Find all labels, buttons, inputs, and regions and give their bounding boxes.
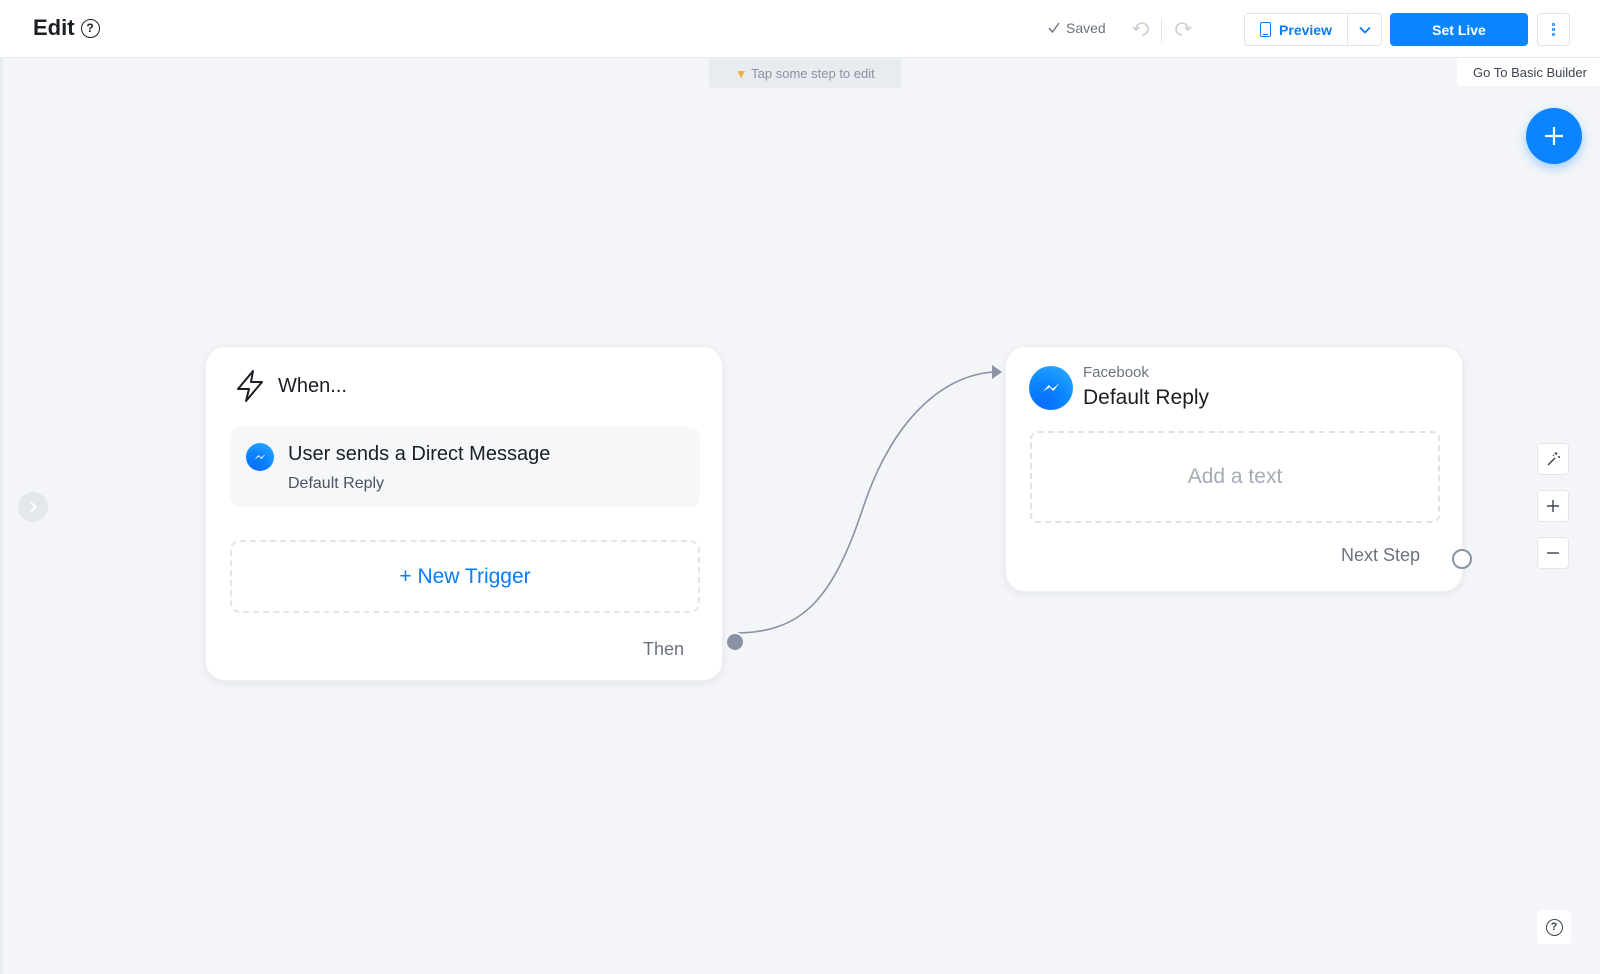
canvas-help-button[interactable]: ? — [1537, 910, 1571, 944]
reply-card-title: Default Reply — [1083, 386, 1210, 409]
more-options-button[interactable] — [1537, 13, 1570, 46]
undo-icon — [1132, 22, 1149, 36]
new-trigger-button[interactable]: + New Trigger — [230, 540, 700, 613]
default-reply-card[interactable]: Facebook Default Reply Add a text Next S… — [1005, 346, 1463, 592]
messenger-icon — [1029, 366, 1073, 410]
hint-text: Tap some step to edit — [751, 66, 875, 81]
messenger-icon — [246, 443, 274, 471]
preview-button-group: Preview — [1244, 13, 1382, 46]
then-connector-handle[interactable] — [725, 632, 745, 652]
pointing-down-hand-icon: ▼ — [735, 66, 748, 81]
go-to-basic-builder-button[interactable]: Go To Basic Builder — [1457, 58, 1600, 86]
auto-arrange-button[interactable] — [1537, 443, 1569, 475]
page-title: Edit — [33, 15, 75, 40]
kebab-dot — [1552, 28, 1555, 31]
zoom-out-button[interactable] — [1537, 537, 1569, 569]
trigger-item-title: User sends a Direct Message — [288, 443, 551, 465]
redo-button[interactable] — [1172, 18, 1194, 40]
trigger-card-header: When... — [234, 369, 347, 403]
more-vertical-icon — [1552, 23, 1555, 26]
reply-platform-label: Facebook — [1083, 364, 1149, 381]
top-bar: Edit ? Saved Preview Set Live — [0, 0, 1600, 58]
save-status: Saved — [1047, 20, 1106, 36]
help-icon: ? — [1545, 918, 1563, 936]
chevron-right-icon — [30, 501, 37, 513]
trigger-card-title: When... — [278, 374, 347, 397]
header-divider — [1161, 18, 1162, 42]
trigger-item-subtitle: Default Reply — [288, 475, 385, 492]
next-step-connector-handle[interactable] — [1452, 549, 1472, 569]
plus-icon — [1545, 127, 1563, 145]
phone-icon — [1260, 22, 1272, 37]
add-step-button[interactable] — [1526, 108, 1582, 164]
preview-label: Preview — [1279, 21, 1332, 38]
help-icon[interactable]: ? — [80, 18, 100, 38]
preview-button[interactable]: Preview — [1245, 14, 1348, 45]
minus-icon — [1547, 552, 1559, 554]
page-title-group: Edit ? — [33, 15, 100, 41]
checkmark-icon — [1048, 22, 1060, 34]
saved-label: Saved — [1066, 20, 1106, 36]
preview-dropdown-button[interactable] — [1348, 14, 1381, 45]
redo-icon — [1175, 22, 1192, 36]
lightning-icon — [237, 370, 263, 402]
undo-button[interactable] — [1130, 18, 1152, 40]
flow-canvas[interactable]: ▼ Tap some step to edit Go To Basic Buil… — [0, 58, 1600, 974]
edit-hint: ▼ Tap some step to edit — [709, 59, 901, 88]
kebab-dot — [1552, 33, 1555, 36]
trigger-card[interactable]: When... User sends a Direct Message Defa… — [205, 346, 723, 681]
then-label: Then — [642, 639, 684, 659]
next-step-label: Next Step — [1340, 545, 1420, 565]
chevron-down-icon — [1358, 26, 1371, 34]
plus-icon — [1547, 500, 1559, 512]
add-text-button[interactable]: Add a text — [1030, 431, 1440, 523]
set-live-button[interactable]: Set Live — [1390, 13, 1528, 46]
expand-sidebar-button[interactable] — [18, 492, 48, 522]
magic-wand-icon — [1547, 452, 1560, 466]
zoom-in-button[interactable] — [1537, 490, 1569, 522]
trigger-item[interactable]: User sends a Direct Message Default Repl… — [230, 427, 700, 507]
